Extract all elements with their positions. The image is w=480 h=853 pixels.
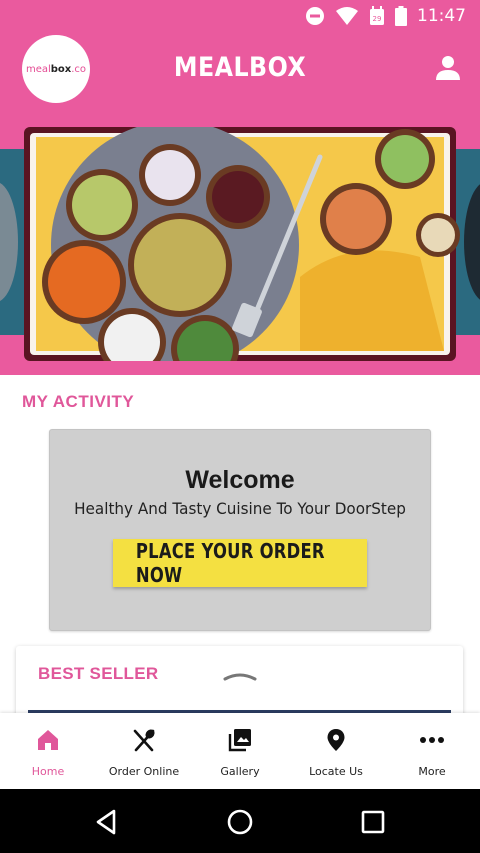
nav-home[interactable]: Home: [0, 713, 96, 789]
nav-order-online-label: Order Online: [108, 765, 180, 778]
recents-square-icon[interactable]: [358, 807, 388, 837]
chevron-up-icon[interactable]: [222, 668, 258, 682]
home-icon: [38, 730, 58, 750]
status-time: 11:47: [417, 6, 466, 26]
place-order-label: PLACE YOUR ORDER NOW: [135, 539, 325, 587]
nav-home-label: Home: [31, 765, 65, 778]
my-activity-heading: MY ACTIVITY: [22, 392, 135, 411]
calendar-day-text: 29: [373, 15, 382, 23]
nav-more-label: More: [418, 765, 446, 778]
do-not-disturb-icon: [306, 7, 324, 25]
nav-gallery[interactable]: Gallery: [192, 713, 288, 789]
nav-more[interactable]: More: [384, 713, 480, 789]
welcome-subtitle: Healthy And Tasty Cuisine To Your DoorSt…: [74, 499, 406, 518]
food-banner-image: [0, 127, 480, 361]
home-circle-icon[interactable]: [225, 807, 255, 837]
app-title: MEALBOX: [173, 52, 307, 83]
nav-locate-us-label: Locate Us: [309, 765, 363, 778]
welcome-card: Welcome Healthy And Tasty Cuisine To You…: [49, 429, 431, 631]
gallery-icon: [228, 729, 251, 752]
wifi-icon: [336, 7, 358, 25]
person-icon[interactable]: [434, 54, 462, 82]
nav-locate-us[interactable]: Locate Us: [288, 713, 384, 789]
status-icons: 29 11:47: [305, 6, 466, 26]
location-pin-icon: [327, 729, 345, 751]
bottom-navigation: Home Order Online Gallery Locate Us More: [0, 713, 480, 789]
calendar-icon: 29: [370, 6, 384, 25]
app-header: meal box .co MEALBOX: [0, 32, 480, 375]
fork-spoon-icon: [133, 729, 155, 752]
place-order-button[interactable]: PLACE YOUR ORDER NOW: [113, 539, 367, 587]
nav-gallery-label: Gallery: [220, 765, 260, 778]
back-icon[interactable]: [92, 807, 122, 837]
system-navigation-bar: [0, 789, 480, 853]
more-dots-icon: [420, 737, 444, 743]
battery-icon: [395, 6, 407, 26]
status-bar: 29 11:47: [0, 0, 480, 32]
best-seller-heading: BEST SELLER: [38, 664, 159, 683]
nav-order-online[interactable]: Order Online: [96, 713, 192, 789]
welcome-heading: Welcome: [185, 466, 295, 494]
